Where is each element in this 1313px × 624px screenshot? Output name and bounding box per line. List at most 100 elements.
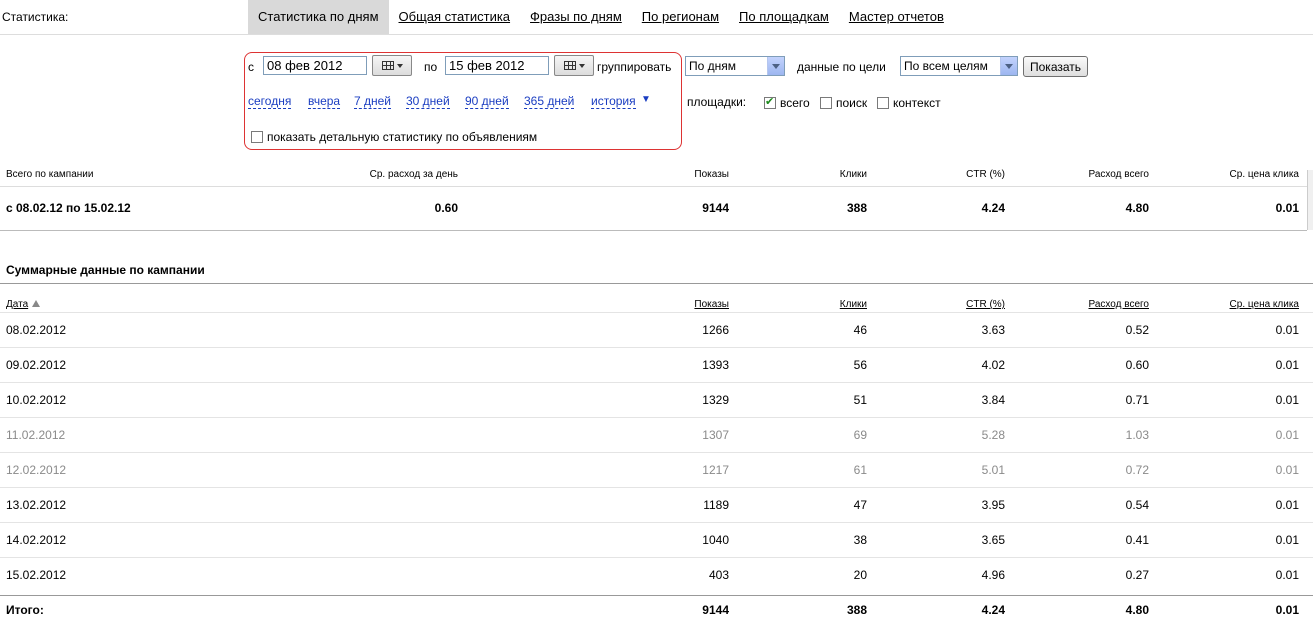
row-shows: 1040 [702,533,729,547]
sites-label: площадки: [687,95,747,109]
row-price: 0.01 [1275,498,1299,512]
group-label: группировать [597,60,672,74]
range-history-link[interactable]: история [591,94,636,109]
tab-by-site[interactable]: По площадкам [729,0,839,34]
total-shows: 9144 [702,603,729,617]
tab-daily-stats[interactable]: Статистика по дням [248,0,389,34]
summary-clicks: 388 [846,201,867,215]
row-cost: 0.54 [1125,498,1149,512]
row-clicks: 46 [853,323,867,337]
stats-tabs: Статистика по дням Общая статистика Фраз… [248,0,954,34]
site-all-label: всего [780,96,810,110]
row-ctr: 3.95 [981,498,1005,512]
total-cost: 4.80 [1125,603,1149,617]
summary-ctr: 4.24 [981,201,1005,215]
range-today-link[interactable]: сегодня [248,94,292,109]
section-label: Статистика: [2,10,69,24]
row-clicks: 61 [853,463,867,477]
history-dropdown-icon[interactable]: ▼ [641,94,651,105]
date-to-calendar-button[interactable] [554,55,594,76]
site-all-checkbox[interactable] [764,95,776,109]
shows-sort-link[interactable]: Показы [694,299,729,310]
ctr-sort-link[interactable]: CTR (%) [966,299,1005,310]
summary-values: с 08.02.12 по 15.02.12 0.60 9144 388 4.2… [0,201,1313,217]
range-yesterday-link[interactable]: вчера [308,94,341,109]
row-shows: 1266 [702,323,729,337]
table-row: 14.02.2012 1040 38 3.65 0.41 0.01 [0,522,1313,558]
row-price: 0.01 [1275,428,1299,442]
row-date: 11.02.2012 [6,428,66,442]
table-row: 15.02.2012 403 20 4.96 0.27 0.01 [0,557,1313,593]
row-date: 10.02.2012 [6,393,67,407]
site-context-checkbox[interactable] [877,97,889,109]
summary-header: Всего по кампании Ср. расход за день Пок… [0,169,1313,185]
row-price: 0.01 [1275,323,1299,337]
group-by-select[interactable]: По дням [685,56,785,76]
summary-cost: 4.80 [1125,201,1149,215]
range-365days-link[interactable]: 365 дней [524,94,575,109]
date-sort-link[interactable]: Дата [6,299,28,310]
goal-select[interactable]: По всем целям [900,56,1018,76]
tab-by-region[interactable]: По регионам [632,0,729,34]
summary-clicks-header: Клики [839,169,867,180]
side-scrollbar[interactable] [1307,170,1313,230]
tab-phrases-by-day[interactable]: Фразы по дням [520,0,632,34]
site-search-label: поиск [836,96,868,110]
summary-avg-daily: 0.60 [434,201,458,215]
summary-period-header: Всего по кампании [6,169,94,180]
table-row: 08.02.2012 1266 46 3.63 0.52 0.01 [0,312,1313,348]
shows-header-cell: Показы [600,295,729,310]
goal-value: По всем целям [904,59,988,73]
summary-shows: 9144 [702,201,729,215]
divider [0,230,1307,231]
summary-ctr-header: CTR (%) [966,169,1005,180]
group-by-value: По дням [689,59,737,73]
table-row: 11.02.2012 1307 69 5.28 1.03 0.01 [0,417,1313,453]
show-button[interactable]: Показать [1023,56,1089,77]
row-shows: 1217 [702,463,729,477]
total-ctr: 4.24 [981,603,1005,617]
range-90days-link[interactable]: 90 дней [465,94,509,109]
row-price: 0.01 [1275,463,1299,477]
chevron-down-icon [578,63,585,68]
row-date: 09.02.2012 [6,358,67,372]
summary-price-header: Ср. цена клика [1229,169,1299,180]
sort-ascending-icon [32,300,41,307]
row-clicks: 69 [853,428,867,442]
range-7days-link[interactable]: 7 дней [354,94,392,109]
row-shows: 1393 [702,358,729,372]
row-clicks: 38 [853,533,867,547]
row-cost: 0.52 [1125,323,1149,337]
row-ctr: 5.01 [981,463,1005,477]
row-ctr: 5.28 [981,428,1005,442]
row-shows: 1329 [702,393,729,407]
site-search-checkbox[interactable] [820,97,832,109]
row-cost: 0.72 [1125,463,1149,477]
row-cost: 0.60 [1125,358,1149,372]
date-to-input[interactable] [445,56,549,75]
row-shows: 1189 [703,498,729,512]
tab-report-wizard[interactable]: Мастер отчетов [839,0,954,34]
date-from-input[interactable] [263,56,367,75]
price-sort-link[interactable]: Ср. цена клика [1230,299,1299,310]
cost-sort-link[interactable]: Расход всего [1089,299,1150,310]
row-date: 12.02.2012 [6,463,67,477]
row-ctr: 3.84 [981,393,1005,407]
tab-general-stats[interactable]: Общая статистика [389,0,521,34]
detail-stats-checkbox[interactable] [251,131,263,143]
row-date: 15.02.2012 [6,568,67,582]
row-cost: 1.03 [1125,428,1149,442]
price-header-cell: Ср. цена клика [1180,295,1299,310]
table-row: 13.02.2012 1189 47 3.95 0.54 0.01 [0,487,1313,523]
divider [0,186,1307,187]
date-from-calendar-button[interactable] [372,55,412,76]
tabs-divider [0,34,1313,35]
table-row: 10.02.2012 1329 51 3.84 0.71 0.01 [0,382,1313,418]
divider [0,283,1313,284]
row-cost: 0.71 [1125,393,1149,407]
clicks-sort-link[interactable]: Клики [840,299,867,310]
from-label: с [248,60,254,74]
date-header-cell: Дата [6,295,41,310]
range-30days-link[interactable]: 30 дней [406,94,450,109]
row-ctr: 4.96 [981,568,1005,582]
